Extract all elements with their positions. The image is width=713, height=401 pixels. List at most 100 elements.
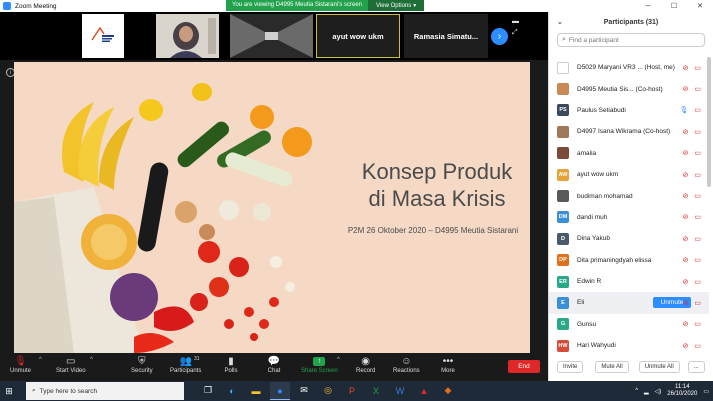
end-meeting-button[interactable]: End	[508, 360, 540, 373]
logo-tile[interactable]	[82, 14, 124, 58]
share-screen-button[interactable]: ↑ Share Screen	[301, 355, 338, 374]
participants-label: Participants	[170, 368, 202, 374]
participant-row[interactable]: D5029 Maryani VR3 ... (Host, me) ⊘ ▭	[549, 57, 709, 78]
participant-list-scrollbar[interactable]	[707, 57, 711, 187]
participant-name: Gunsu	[577, 320, 597, 328]
camera-off-icon: ▭	[694, 128, 701, 136]
mic-off-icon: ⊘	[682, 342, 689, 350]
invite-button[interactable]: Invite	[557, 361, 584, 373]
camera-off-icon: ▭	[694, 235, 701, 243]
participant-status-icons: ⊘ ▭	[683, 64, 702, 72]
participants-icon: 👥	[179, 356, 192, 367]
view-options-button[interactable]: View Options ▾	[368, 0, 425, 11]
produce-image	[14, 83, 312, 353]
share-screen-label: Share Screen	[301, 368, 338, 374]
unmute-label: Unmute	[10, 368, 32, 374]
reactions-button[interactable]: ☺ Reactions	[393, 355, 420, 374]
system-tray: ^ ▂ ◁) 11:14 26/10/2020 ▭	[635, 381, 709, 401]
participant-row[interactable]: PS Paulus Setiabudi 🎙 ▭	[549, 100, 709, 121]
participant-row[interactable]: ER Edwin R ⊘ ▭	[549, 271, 709, 292]
strip-controls: ▬ ⤢	[512, 18, 519, 37]
record-button[interactable]: ◉ Record	[356, 355, 375, 374]
participant-tile[interactable]: Ramasia Simatu...	[404, 14, 488, 58]
chevron-down-icon[interactable]: ⌄	[557, 18, 563, 26]
mic-off-icon: ⊘	[682, 193, 689, 201]
camera-off-icon: ▭	[694, 214, 701, 222]
avatar: DP	[557, 254, 569, 267]
avatar: D	[557, 232, 569, 245]
minimize-strip-icon[interactable]: ▬	[512, 18, 519, 25]
participant-row[interactable]: G Gunsu ⊘ ▭	[549, 314, 709, 335]
participant-name: Paulus Setiabudi	[577, 106, 626, 114]
more-icon: •••	[442, 356, 454, 367]
participant-row[interactable]: HW Hari Wahyudi ⊘ ▭	[549, 335, 709, 356]
next-page-button[interactable]: ›	[491, 28, 508, 45]
mute-all-button[interactable]: Mute All	[595, 361, 629, 373]
viewing-message: You are viewing D4995 Meutia Sistarani's…	[226, 0, 368, 11]
file-explorer-icon[interactable]: ▬	[246, 382, 266, 400]
pdf-icon[interactable]: ▲	[414, 382, 434, 400]
participant-row[interactable]: E Eli Unmute ⊘ ▭	[549, 292, 709, 314]
participant-search[interactable]: ⌕	[557, 33, 705, 47]
participant-search-input[interactable]	[568, 36, 699, 44]
more-button[interactable]: ••• More	[441, 355, 455, 374]
notifications-icon[interactable]: ▭	[703, 388, 709, 395]
participant-row[interactable]: D4997 Isana Wikrama (Co-host) ⊘ ▭	[549, 121, 709, 142]
powerpoint-icon[interactable]: P	[342, 382, 362, 400]
participant-row[interactable]: budiman mohamad ⊘ ▭	[549, 185, 709, 206]
chat-button[interactable]: 💬 Chat	[267, 355, 281, 374]
shield-icon: ⛨	[138, 356, 146, 367]
avatar	[557, 83, 569, 96]
participant-row[interactable]: D4995 Meutia Sis... (Co-host) ⊘ ▭	[549, 78, 709, 99]
zoom-icon[interactable]: ●	[270, 382, 290, 400]
security-button[interactable]: ⛨ Security	[131, 355, 153, 374]
shared-screen-slide: Konsep Produk di Masa Krisis P2M 26 Okto…	[14, 62, 530, 353]
app-icon[interactable]: ◆	[438, 382, 458, 400]
chrome-icon[interactable]: ◎	[318, 382, 338, 400]
participant-status-icons: ⊘ ▭	[683, 299, 702, 307]
excel-icon[interactable]: X	[366, 382, 386, 400]
unmute-button[interactable]: 🎙 Unmute	[10, 355, 31, 374]
avatar: DM	[557, 211, 569, 224]
mic-off-icon: ⊘	[682, 171, 689, 179]
participant-name: D4995 Meutia Sis... (Co-host)	[577, 85, 663, 93]
mic-off-icon: ⊘	[682, 128, 689, 136]
polls-button[interactable]: ▮ Polls	[224, 355, 238, 374]
fullscreen-icon[interactable]: ⤢	[512, 29, 519, 37]
task-view-icon[interactable]: ❐	[198, 382, 218, 400]
tray-chevron-icon[interactable]: ^	[635, 388, 638, 394]
taskbar-search[interactable]: ⌕ Type here to search	[26, 382, 184, 400]
participant-row[interactable]: AW ayut wow ukm ⊘ ▭	[549, 164, 709, 185]
unmute-all-button[interactable]: Unmute All	[638, 361, 680, 373]
hallway-tile[interactable]	[230, 14, 313, 58]
participant-row[interactable]: amalia ⊘ ▭	[549, 143, 709, 164]
mic-off-icon: ⊘	[682, 86, 689, 94]
share-options-caret[interactable]: ^	[337, 357, 340, 363]
clock[interactable]: 11:14 26/10/2020	[667, 384, 697, 398]
participant-tile[interactable]: ayut wow ukm	[316, 14, 400, 58]
edge-icon[interactable]: ◐	[222, 382, 242, 400]
volume-icon[interactable]: ◁)	[655, 388, 662, 395]
participant-row[interactable]: DM dandi muh ⊘ ▭	[549, 207, 709, 228]
minimize-icon[interactable]: ─	[635, 0, 661, 12]
participant-status-icons: ⊘ ▭	[683, 320, 702, 328]
audio-options-caret[interactable]: ^	[39, 357, 42, 363]
person-tile[interactable]	[156, 14, 219, 58]
network-icon[interactable]: ▂	[644, 388, 649, 395]
start-video-button[interactable]: ▭ Start Video	[56, 355, 86, 374]
maximize-icon[interactable]: ☐	[661, 0, 687, 12]
taskbar-apps: ❐ ◐ ▬ ● ✉ ◎ P X W ▲ ◆	[198, 382, 458, 400]
close-icon[interactable]: ✕	[687, 0, 713, 12]
clock-time: 11:14	[675, 384, 690, 390]
video-options-caret[interactable]: ^	[90, 357, 93, 363]
word-icon[interactable]: W	[390, 382, 410, 400]
participant-row[interactable]: D Dina Yakub ⊘ ▭	[549, 228, 709, 249]
camera-off-icon: ▭	[694, 321, 701, 329]
mail-icon[interactable]: ✉	[294, 382, 314, 400]
mic-off-icon: ⊘	[682, 299, 689, 307]
windows-start-icon[interactable]: ⊞	[0, 381, 18, 401]
avatar: G	[557, 318, 569, 331]
participant-row[interactable]: DP Dita primaningdyah elissa ⊘ ▭	[549, 250, 709, 271]
more-options-button[interactable]: ...	[687, 361, 705, 373]
search-icon: ⌕	[32, 387, 36, 394]
